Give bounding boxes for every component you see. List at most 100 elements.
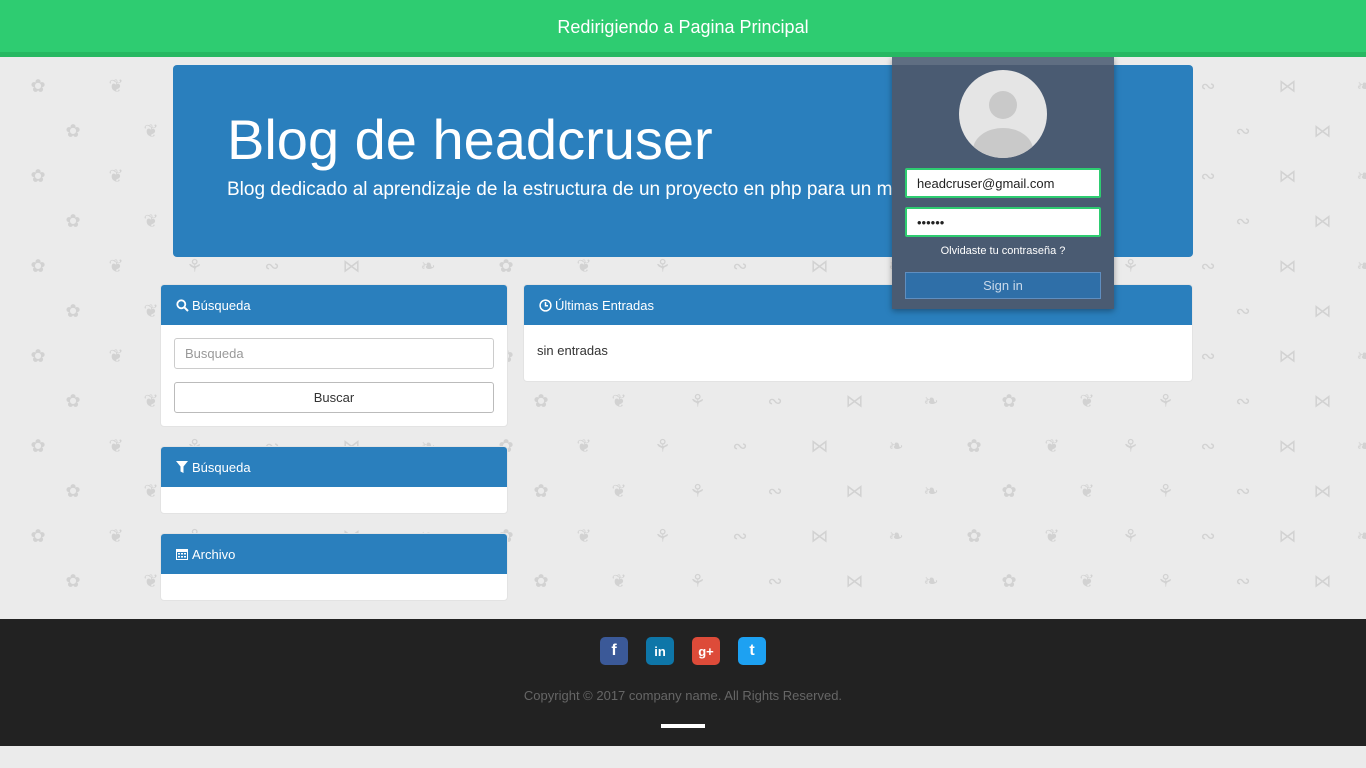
email-field[interactable] [905, 168, 1101, 198]
signin-button[interactable]: Sign in [905, 272, 1101, 299]
pattern-doodle: ❦ [108, 166, 124, 186]
facebook-icon[interactable]: f [600, 637, 628, 665]
pattern-doodle: ❦ [1079, 391, 1095, 411]
search-button[interactable]: Buscar [174, 382, 494, 413]
notification-message: Redirigiendo a Pagina Principal [557, 16, 809, 37]
pattern-doodle: ✿ [533, 481, 549, 501]
copyright-text: Copyright © 2017 company name. All Right… [523, 688, 843, 703]
pattern-doodle: ✿ [30, 76, 46, 96]
pattern-doodle: ✿ [30, 346, 46, 366]
blog-title: Blog de headcruser [227, 108, 713, 171]
pattern-doodle: ⋈ [1278, 436, 1297, 456]
pattern-doodle: ❦ [108, 76, 124, 96]
pattern-doodle: ❦ [108, 346, 124, 366]
google-plus-icon[interactable]: g+ [692, 637, 720, 665]
pattern-doodle: ∾ [1200, 526, 1216, 546]
pattern-doodle: ❦ [108, 256, 124, 276]
pattern-doodle: ❦ [1079, 481, 1095, 501]
linkedin-icon[interactable]: in [646, 637, 674, 665]
password-field[interactable] [905, 207, 1101, 237]
pattern-doodle: ∾ [1235, 481, 1251, 501]
pattern-doodle: ❧ [1356, 256, 1366, 276]
pattern-doodle: ✿ [65, 571, 81, 591]
pattern-doodle: ❧ [1356, 346, 1366, 366]
pattern-doodle: ⚘ [654, 526, 671, 546]
pattern-doodle: ⋈ [1313, 211, 1332, 231]
pattern-doodle: ⚘ [186, 256, 203, 276]
pattern-doodle: ❦ [143, 121, 159, 141]
search-icon [175, 298, 189, 312]
pattern-doodle: ⚘ [689, 391, 706, 411]
pattern-doodle: ⋈ [810, 256, 829, 276]
pattern-doodle: ⋈ [1313, 391, 1332, 411]
pattern-doodle: ⋈ [845, 481, 864, 501]
pattern-doodle: ⋈ [1278, 166, 1297, 186]
search-panel-title: Búsqueda [192, 297, 251, 313]
pattern-doodle: ❦ [576, 436, 592, 456]
pattern-doodle: ❧ [1356, 166, 1366, 186]
blog-subtitle: Blog dedicado al aprendizaje de la estru… [227, 179, 908, 200]
pattern-doodle: ✿ [65, 391, 81, 411]
pattern-doodle: ❦ [611, 391, 627, 411]
pattern-doodle: ⚘ [689, 571, 706, 591]
login-dropdown: Olvidaste tu contraseña ? Sign in [892, 57, 1114, 309]
avatar-icon [959, 70, 1047, 158]
pattern-doodle: ∾ [732, 436, 748, 456]
pattern-doodle: ⚘ [1157, 571, 1174, 591]
pattern-doodle: ∾ [1200, 346, 1216, 366]
pattern-doodle: ⚘ [1157, 481, 1174, 501]
pattern-doodle: ❦ [108, 436, 124, 456]
pattern-doodle: ❦ [143, 571, 159, 591]
pattern-doodle: ✿ [1001, 571, 1017, 591]
pattern-doodle: ✿ [1001, 481, 1017, 501]
archive-panel-header: Archivo [161, 534, 507, 574]
pattern-doodle: ❦ [143, 301, 159, 321]
pattern-doodle: ✿ [966, 436, 982, 456]
pattern-doodle: ❧ [420, 256, 436, 276]
pattern-doodle: ⚘ [1122, 526, 1139, 546]
pattern-doodle: ⋈ [1278, 256, 1297, 276]
footer: f in g+ t Copyright © 2017 company name.… [0, 619, 1366, 746]
pattern-doodle: ∾ [1200, 436, 1216, 456]
clock-icon [538, 298, 552, 312]
pattern-doodle: ✿ [533, 391, 549, 411]
empty-entries-text: sin entradas [537, 343, 608, 358]
pattern-doodle: ⚘ [1122, 436, 1139, 456]
latest-entries-title: Últimas Entradas [555, 297, 654, 313]
pattern-doodle: ✿ [30, 256, 46, 276]
pattern-doodle: ∾ [1235, 391, 1251, 411]
pattern-doodle: ✿ [498, 256, 514, 276]
pattern-doodle: ⚘ [689, 481, 706, 501]
pattern-doodle: ✿ [1001, 391, 1017, 411]
filter-panel-header: Búsqueda [161, 447, 507, 487]
pattern-doodle: ⋈ [1278, 526, 1297, 546]
pattern-doodle: ❧ [888, 436, 904, 456]
archive-panel-title: Archivo [192, 546, 236, 562]
pattern-doodle: ∾ [1235, 211, 1251, 231]
pattern-doodle: ❦ [1044, 436, 1060, 456]
pattern-doodle: ∾ [1200, 166, 1216, 186]
pattern-doodle: ❦ [576, 256, 592, 276]
pattern-doodle: ⚘ [654, 256, 671, 276]
calendar-icon [175, 547, 189, 561]
pattern-doodle: ⚘ [654, 436, 671, 456]
pattern-doodle: ✿ [966, 526, 982, 546]
pattern-doodle: ⋈ [1313, 121, 1332, 141]
pattern-doodle: ⋈ [810, 526, 829, 546]
pattern-doodle: ∾ [767, 571, 783, 591]
search-input[interactable] [174, 338, 494, 369]
pattern-doodle: ∾ [732, 526, 748, 546]
redirect-notification: Redirigiendo a Pagina Principal [0, 0, 1366, 57]
pattern-doodle: ∾ [767, 481, 783, 501]
forgot-password-link[interactable]: Olvidaste tu contraseña ? [892, 245, 1114, 257]
pattern-doodle: ✿ [65, 211, 81, 231]
pattern-doodle: ⚘ [1157, 391, 1174, 411]
pattern-doodle: ❦ [576, 526, 592, 546]
twitter-icon[interactable]: t [738, 637, 766, 665]
pattern-doodle: ⋈ [1313, 301, 1332, 321]
search-panel: Búsqueda Buscar [160, 284, 508, 427]
filter-panel-title: Búsqueda [192, 459, 251, 475]
pattern-doodle: ✿ [30, 436, 46, 456]
pattern-doodle: ❧ [1356, 436, 1366, 456]
pattern-doodle: ❦ [1079, 571, 1095, 591]
